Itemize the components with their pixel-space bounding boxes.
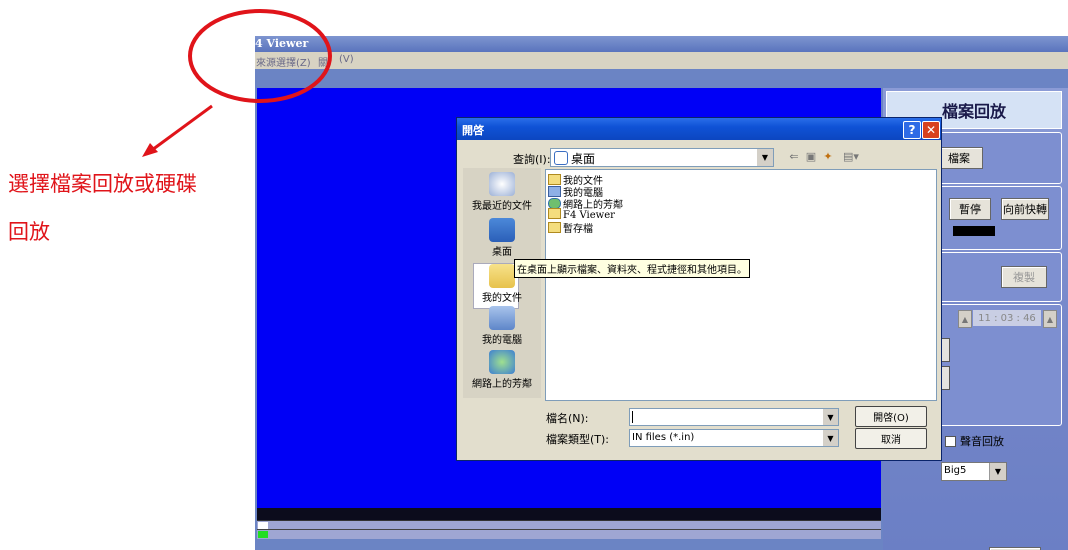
window-titlebar: 4 Viewer: [255, 36, 1068, 52]
slider-handle-2[interactable]: [941, 366, 950, 390]
place-desktop[interactable]: 桌面: [463, 218, 541, 258]
tooltip: 在桌面上顯示檔案、資料夾、程式捷徑和其他項目。: [514, 259, 750, 278]
annotation-line-1: 選擇檔案回放或硬碟: [8, 172, 197, 196]
chevron-down-icon[interactable]: ▼: [757, 149, 773, 166]
back-icon[interactable]: ⇐: [787, 150, 801, 163]
menu-bar: 來源選擇(Z) 關 (V): [255, 52, 1068, 69]
text-caret: [632, 411, 633, 423]
place-recent[interactable]: 我最近的文件: [463, 172, 541, 212]
open-file-dialog: 開啓 ? ✕ 查詢(I): 桌面 ▼ ⇐ ▣ ✦ ▤▾ 我最近的文件 桌面 我的…: [456, 117, 942, 461]
place-desktop-label: 桌面: [492, 247, 512, 258]
place-recent-label: 我最近的文件: [472, 201, 532, 212]
desktop-icon: [489, 218, 515, 242]
annotation-arrow-line: [151, 104, 213, 152]
encoding-select[interactable]: Big5 ▼: [941, 462, 1007, 481]
place-my-computer-label: 我的電腦: [482, 335, 522, 346]
places-bar: 我最近的文件 桌面 我的文件 我的電腦 網路上的芳鄰: [463, 168, 541, 398]
pause-button[interactable]: 暫停: [949, 198, 991, 220]
timeline-marker-green: [258, 531, 268, 538]
place-network-label: 網路上的芳鄰: [472, 379, 532, 390]
new-folder-icon[interactable]: ✦: [821, 150, 835, 163]
filetype-value: IN files (*.in): [632, 432, 695, 443]
slider-handle-1[interactable]: [941, 338, 950, 362]
video-bottom-strip: [257, 508, 881, 520]
timeline-divider: [257, 529, 881, 530]
copy-button[interactable]: 複製: [1001, 266, 1047, 288]
close-icon[interactable]: ✕: [922, 121, 940, 139]
filetype-label: 檔案類型(T):: [546, 433, 610, 446]
folder-icon: [489, 264, 515, 288]
look-in-select[interactable]: 桌面 ▼: [550, 148, 774, 167]
list-item[interactable]: 暫存檔: [548, 220, 593, 235]
chevron-down-icon[interactable]: ▼: [823, 409, 838, 425]
audio-playback-checkbox[interactable]: [945, 436, 956, 447]
look-in-label: 查詢(I):: [513, 153, 551, 166]
status-indicator: [953, 226, 995, 236]
chevron-down-icon[interactable]: ▼: [823, 430, 838, 446]
dialog-titlebar: 開啓 ? ✕: [457, 118, 941, 140]
recent-documents-icon: [489, 172, 515, 196]
place-my-computer[interactable]: 我的電腦: [463, 306, 541, 346]
look-in-value: 桌面: [571, 152, 596, 166]
time-spin-left[interactable]: ▲: [958, 310, 972, 328]
annotation-arrow-head: [142, 143, 158, 157]
help-icon[interactable]: ?: [903, 121, 921, 139]
menu-source-select[interactable]: 來源選擇(Z): [256, 54, 311, 69]
fast-forward-button[interactable]: 向前快轉: [1001, 198, 1049, 220]
time-field[interactable]: 11 : 03 : 46: [973, 310, 1041, 326]
file-button[interactable]: 檔案: [935, 147, 983, 169]
cancel-button[interactable]: 取消: [855, 428, 927, 449]
encoding-value: Big5: [944, 465, 967, 476]
folder-icon: [548, 208, 561, 219]
up-folder-icon[interactable]: ▣: [804, 150, 818, 163]
open-button[interactable]: 開啓(O): [855, 406, 927, 427]
window-title: 4 Viewer: [255, 37, 309, 50]
file-list: 我的文件 我的電腦 網路上的芳鄰 F4 Viewer 暫存檔: [545, 169, 937, 401]
chevron-down-icon[interactable]: ▼: [989, 463, 1006, 480]
dialog-title: 開啓: [462, 124, 484, 137]
annotation-text: 選擇檔案回放或硬碟 回放: [8, 160, 258, 256]
desktop-icon: [554, 151, 568, 165]
place-network[interactable]: 網路上的芳鄰: [463, 350, 541, 390]
annotation-line-2: 回放: [8, 220, 50, 244]
place-my-documents-label: 我的文件: [482, 293, 522, 304]
menu-item-3[interactable]: (V): [339, 54, 354, 65]
menu-item-2[interactable]: 關: [318, 54, 328, 69]
filename-label: 檔名(N):: [546, 412, 589, 425]
timeline-marker-white: [258, 522, 268, 529]
computer-icon: [489, 306, 515, 330]
view-menu-icon[interactable]: ▤▾: [840, 150, 862, 163]
network-icon: [489, 350, 515, 374]
time-spin-right[interactable]: ▲: [1043, 310, 1057, 328]
audio-playback-label: 聲音回放: [960, 435, 1004, 448]
filename-input[interactable]: ▼: [629, 408, 839, 426]
filetype-select[interactable]: IN files (*.in) ▼: [629, 429, 839, 447]
folder-icon: [548, 222, 561, 233]
